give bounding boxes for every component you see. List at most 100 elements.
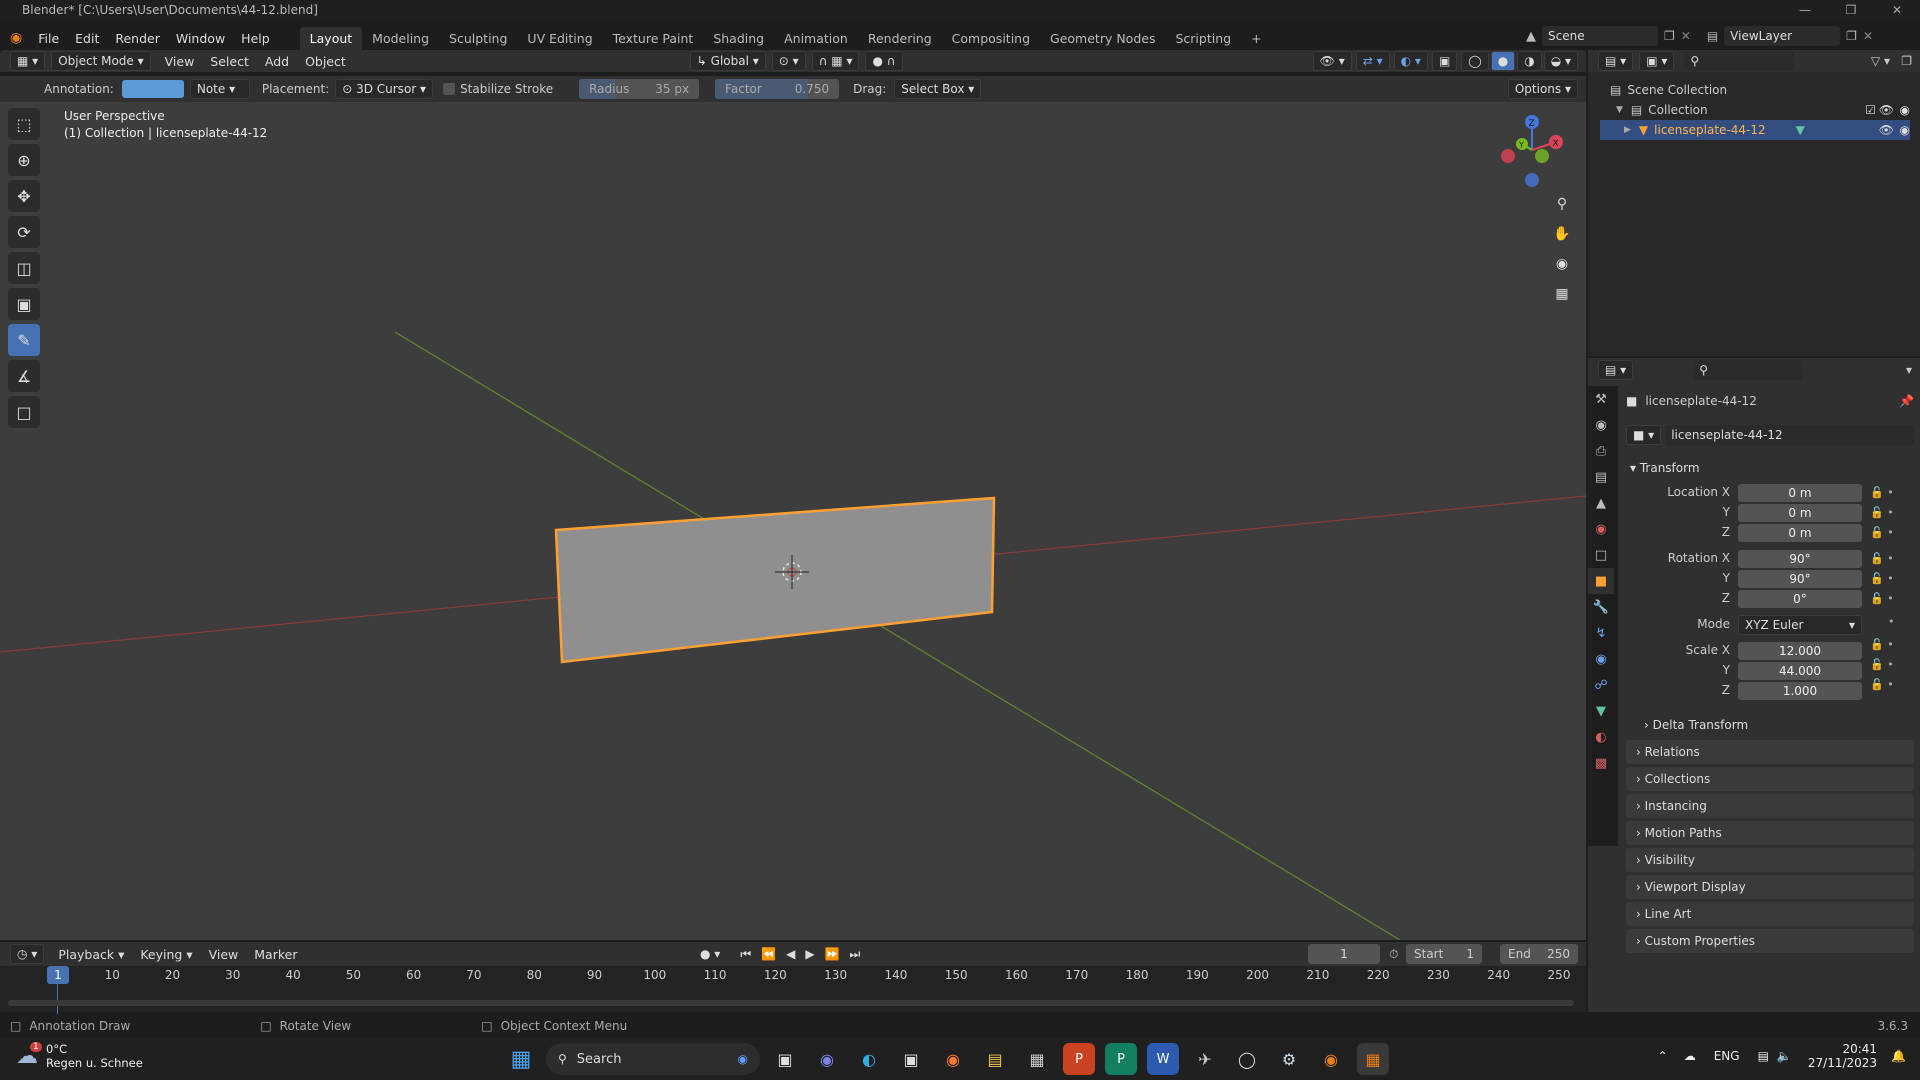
end-frame-field[interactable]: End 250 xyxy=(1500,944,1578,964)
camera-icon[interactable]: ◉ xyxy=(1551,256,1573,278)
new-collection-icon[interactable]: ❐ xyxy=(1901,54,1912,68)
rotate-icon[interactable]: ⟳ xyxy=(8,216,40,248)
rotation-z-field[interactable]: 0° xyxy=(1738,590,1862,608)
menu-keying[interactable]: Keying ▾ xyxy=(132,947,200,962)
scene-tab-icon[interactable]: ▲ xyxy=(1588,490,1614,516)
custom-properties-panel[interactable]: › Custom Properties xyxy=(1626,929,1914,953)
object-name-field[interactable]: licenseplate-44-12 xyxy=(1665,425,1914,445)
tab-animation[interactable]: Animation xyxy=(774,27,858,50)
mode-dropdown[interactable]: Object Mode ▾ xyxy=(51,51,151,71)
annotation-layer-dropdown[interactable]: Note ▾ xyxy=(189,79,250,99)
properties-menu-icon[interactable]: ▾ xyxy=(1906,363,1912,377)
clock[interactable]: 20:41 27/11/2023 xyxy=(1808,1042,1877,1070)
calculator-icon[interactable]: ▦ xyxy=(1021,1043,1053,1075)
expand-object-icon[interactable]: ▶ xyxy=(1624,125,1631,135)
jump-end-icon[interactable]: ⏭ xyxy=(850,947,861,962)
task-view-icon[interactable]: ▣ xyxy=(769,1043,801,1075)
select-box-icon[interactable]: ⬚ xyxy=(8,108,40,140)
cursor-icon[interactable]: ⊕ xyxy=(8,144,40,176)
store-icon[interactable]: ▣ xyxy=(895,1043,927,1075)
navigation-gizmo[interactable]: Z X Y xyxy=(1492,106,1574,188)
shading-wireframe-icon[interactable]: ◯ xyxy=(1461,51,1489,71)
delete-view-layer-icon[interactable]: ✕ xyxy=(1863,29,1873,43)
start-frame-field[interactable]: Start 1 xyxy=(1406,944,1482,964)
menu-select[interactable]: Select xyxy=(202,54,257,69)
transform-icon[interactable]: ▣ xyxy=(8,288,40,320)
tab-uv-editing[interactable]: UV Editing xyxy=(517,27,602,50)
lock-icon[interactable]: 🔓 • xyxy=(1870,549,1910,569)
active-blender-icon[interactable]: ▦ xyxy=(1357,1043,1389,1075)
timeline-ruler[interactable]: 1 10 20 30 40 50 60 70 80 90 100 110 120 130 140 150 160… xyxy=(0,966,1586,1014)
edge-icon[interactable]: ◐ xyxy=(853,1043,885,1075)
location-y-field[interactable]: 0 m xyxy=(1738,504,1862,522)
tab-scripting[interactable]: Scripting xyxy=(1165,27,1241,50)
location-z-field[interactable]: 0 m xyxy=(1738,524,1862,542)
display-mode-icon[interactable]: ▣ ▾ xyxy=(1639,51,1675,71)
jump-start-icon[interactable]: ⏮ xyxy=(740,947,751,962)
render-camera-icon[interactable]: ◉ xyxy=(1900,103,1910,117)
close-icon[interactable]: ✕ xyxy=(1874,0,1920,20)
lock-icon[interactable]: 🔓 • xyxy=(1870,655,1910,675)
menu-view[interactable]: View xyxy=(157,54,203,69)
scene-collection-row[interactable]: ▤ Scene Collection xyxy=(1610,80,1910,100)
constraints-tab-icon[interactable]: ☍ xyxy=(1588,672,1614,698)
outliner-object-row[interactable]: ▶ ▼ licenseplate-44-12 ▼ 👁 ◉ xyxy=(1600,120,1910,140)
add-workspace-icon[interactable]: + xyxy=(1241,27,1271,50)
powerpoint-icon[interactable]: P xyxy=(1063,1043,1095,1075)
network-icon[interactable]: ▤ xyxy=(1758,1049,1769,1063)
tab-rendering[interactable]: Rendering xyxy=(858,27,942,50)
timeline-editor-icon[interactable]: ◷ ▾ xyxy=(10,944,45,964)
play-icon[interactable]: ▶ xyxy=(805,947,814,961)
lock-icon[interactable]: 🔓 • xyxy=(1870,675,1910,695)
visibility-panel[interactable]: › Visibility xyxy=(1626,848,1914,872)
particles-tab-icon[interactable]: ↯ xyxy=(1588,620,1614,646)
new-view-layer-icon[interactable]: ❐ xyxy=(1846,29,1857,43)
transform-panel-header[interactable]: ▾ Transform xyxy=(1626,456,1914,480)
pan-icon[interactable]: ✋ xyxy=(1551,226,1573,248)
rotation-mode-dropdown[interactable]: XYZ Euler ▾ xyxy=(1738,615,1862,635)
object-browse-icon[interactable]: ■ ▾ xyxy=(1626,425,1662,445)
lock-icon[interactable]: 🔓 • xyxy=(1870,503,1910,523)
object-tab-icon[interactable]: ■ xyxy=(1588,568,1614,594)
rotation-y-field[interactable]: 90° xyxy=(1738,570,1862,588)
collections-panel[interactable]: › Collections xyxy=(1626,767,1914,791)
measure-icon[interactable]: ∡ xyxy=(8,360,40,392)
line-art-panel[interactable]: › Line Art xyxy=(1626,902,1914,926)
menu-timeline-view[interactable]: View xyxy=(201,947,247,962)
material-tab-icon[interactable]: ◐ xyxy=(1588,724,1614,750)
scale-icon[interactable]: ◫ xyxy=(8,252,40,284)
taskbar-search[interactable]: ⚲ Search ◉ xyxy=(546,1043,760,1075)
game-icon[interactable]: ✈ xyxy=(1189,1043,1221,1075)
shading-material-icon[interactable]: ◑ xyxy=(1517,51,1542,71)
word-icon[interactable]: W xyxy=(1147,1043,1179,1075)
annotation-color-swatch[interactable] xyxy=(121,80,184,98)
obs-icon[interactable]: ◯ xyxy=(1231,1043,1263,1075)
tab-sculpting[interactable]: Sculpting xyxy=(439,27,517,50)
delta-transform-panel[interactable]: › Delta Transform xyxy=(1626,713,1914,737)
stabilize-checkbox[interactable] xyxy=(443,83,456,95)
tab-texture-paint[interactable]: Texture Paint xyxy=(603,27,704,50)
windows-start-icon[interactable]: ▦ xyxy=(505,1043,537,1075)
properties-editor-icon[interactable]: ▤ ▾ xyxy=(1598,360,1634,380)
collection-row[interactable]: ▼ ▤ Collection ☑ 👁 ◉ xyxy=(1610,100,1910,120)
visibility-icon[interactable]: 👁 ▾ xyxy=(1312,51,1352,71)
weather-widget[interactable]: ☁ 1 0°C Regen u. Schnee xyxy=(16,1041,143,1070)
proportional-edit-icon[interactable]: ● ∩ xyxy=(865,51,903,71)
lock-icon[interactable]: 🔓 • xyxy=(1870,635,1910,655)
publisher-icon[interactable]: P xyxy=(1105,1043,1137,1075)
stopwatch-icon[interactable]: ⏱ xyxy=(1389,947,1398,962)
factor-slider[interactable]: Factor 0.750 xyxy=(715,79,840,99)
world-tab-icon[interactable]: ◉ xyxy=(1588,516,1614,542)
lock-icon[interactable]: 🔓 • xyxy=(1870,483,1910,503)
volume-icon[interactable]: 🔈 xyxy=(1777,1049,1792,1063)
placement-dropdown[interactable]: ⊙ 3D Cursor ▾ xyxy=(335,79,434,99)
menu-marker[interactable]: Marker xyxy=(246,947,305,962)
location-x-field[interactable]: 0 m xyxy=(1738,484,1862,502)
pin-icon[interactable]: 📌 xyxy=(1899,394,1914,408)
record-icon[interactable]: ● ▾ xyxy=(700,947,720,961)
pivot-icon[interactable]: ⊙ ▾ xyxy=(771,51,806,71)
menu-playback[interactable]: Playback ▾ xyxy=(50,947,132,962)
exclude-checkbox[interactable]: ☑ xyxy=(1865,103,1876,117)
blender-app-icon[interactable]: ◉ xyxy=(1315,1043,1347,1075)
viewport-display-panel[interactable]: › Viewport Display xyxy=(1626,875,1914,899)
